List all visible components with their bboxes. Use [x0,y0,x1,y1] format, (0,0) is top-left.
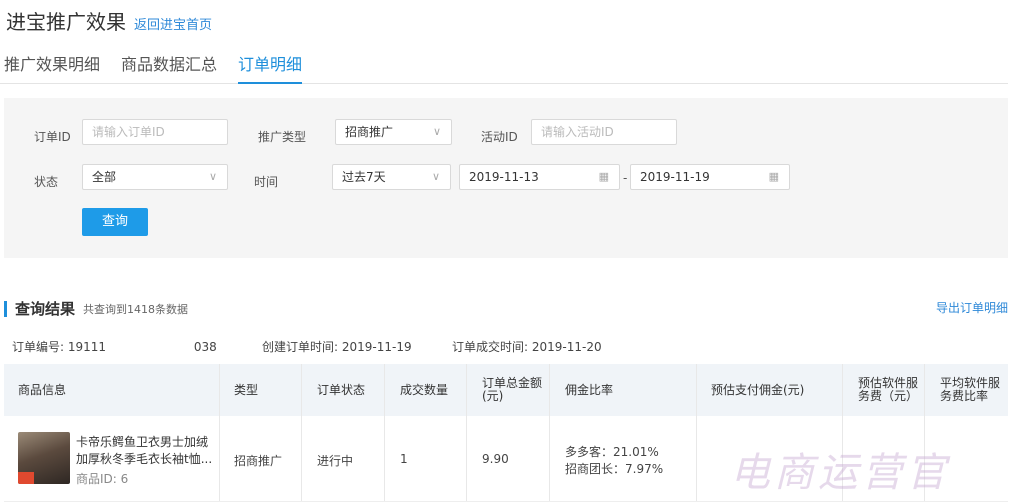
results-count: 共查询到1418条数据 [83,302,189,316]
col-product: 商品信息 [18,382,67,397]
status-value: 全部 [92,170,117,184]
col-service-fee: 预估软件服务费（元） [858,376,919,403]
cell-type: 招商推广 [234,454,283,468]
col-rate: 佣金比率 [565,382,614,397]
tab-promo-detail[interactable]: 推广效果明细 [4,54,100,84]
tab-bar: 推广效果明细 商品数据汇总 订单明细 [0,54,1008,84]
time-range-value: 过去7天 [342,170,386,184]
col-type: 类型 [234,382,259,397]
order-number: 订单编号: 19111 038 [12,338,217,355]
end-date-value: 2019-11-19 [640,170,710,184]
col-status: 订单状态 [317,382,366,397]
section-marker [4,300,7,317]
product-id: 商品ID: 6 [76,472,129,486]
order-number-label: 订单编号: [12,340,65,354]
chevron-down-icon: ∨ [431,170,440,183]
cell-rate-duoduoke: 多多客：21.01% [565,445,659,459]
chevron-down-icon: ∨ [208,170,217,183]
col-avg-fee: 平均软件服务费比率 [940,376,1001,403]
status-select[interactable]: 全部 ∨ [82,164,228,190]
order-id-label: 订单ID [34,130,71,144]
promo-type-label: 推广类型 [258,130,307,144]
product-thumbnail[interactable] [18,432,70,484]
start-date-value: 2019-11-13 [469,170,539,184]
end-date-input[interactable]: 2019-11-19 ▦ [630,164,790,190]
calendar-icon: ▦ [768,170,779,183]
order-number-suffix: 038 [193,340,217,354]
export-orders-link[interactable]: 导出订单明细 [936,299,1008,316]
col-qty: 成交数量 [400,382,449,397]
date-separator: - [623,171,628,185]
time-label: 时间 [254,175,279,189]
tab-order-detail[interactable]: 订单明细 [238,54,303,84]
cell-amount: 9.90 [482,452,509,466]
activity-id-input[interactable]: 请输入活动ID [531,119,677,145]
cell-rate-leader: 招商团长：7.97% [565,462,664,476]
order-created-time: 创建订单时间: 2019-11-19 [262,340,412,354]
status-label: 状态 [34,175,59,189]
col-commission: 预估支付佣金(元) [711,382,805,397]
cell-status: 进行中 [317,454,354,468]
col-amount: 订单总金额(元) [482,376,543,403]
calendar-icon: ▦ [598,170,609,183]
order-number-prefix: 19111 [67,340,107,354]
order-completed-time: 订单成交时间: 2019-11-20 [452,340,602,354]
filter-panel: 订单ID 请输入订单ID 推广类型 招商推广 ∨ 活动ID 请输入活动ID 状态… [4,98,1008,258]
back-home-link[interactable]: 返回进宝首页 [134,14,212,33]
results-header: 查询结果 共查询到1418条数据 [4,298,188,319]
order-id-input[interactable]: 请输入订单ID [82,119,228,145]
product-name[interactable]: 卡帝乐鳄鱼卫衣男士加绒加厚秋冬季毛衣长袖t恤... [76,434,216,468]
badge-icon [18,472,34,484]
start-date-input[interactable]: 2019-11-13 ▦ [459,164,620,190]
cell-qty: 1 [400,452,408,466]
page-title: 进宝推广效果 [6,10,126,34]
activity-id-label: 活动ID [481,130,518,144]
promo-type-value: 招商推广 [345,125,394,139]
query-button[interactable]: 查询 [82,208,148,236]
table-header: 商品信息 类型 订单状态 成交数量 订单总金额(元) 佣金比率 预估支付佣金(元… [4,364,1008,416]
results-title: 查询结果 [15,300,76,318]
tab-product-summary[interactable]: 商品数据汇总 [121,54,217,84]
time-range-select[interactable]: 过去7天 ∨ [332,164,451,190]
page-header: 进宝推广效果 返回进宝首页 [6,6,212,35]
chevron-down-icon: ∨ [432,125,441,138]
promo-type-select[interactable]: 招商推广 ∨ [335,119,452,145]
watermark: 电商运营官 [730,450,950,496]
